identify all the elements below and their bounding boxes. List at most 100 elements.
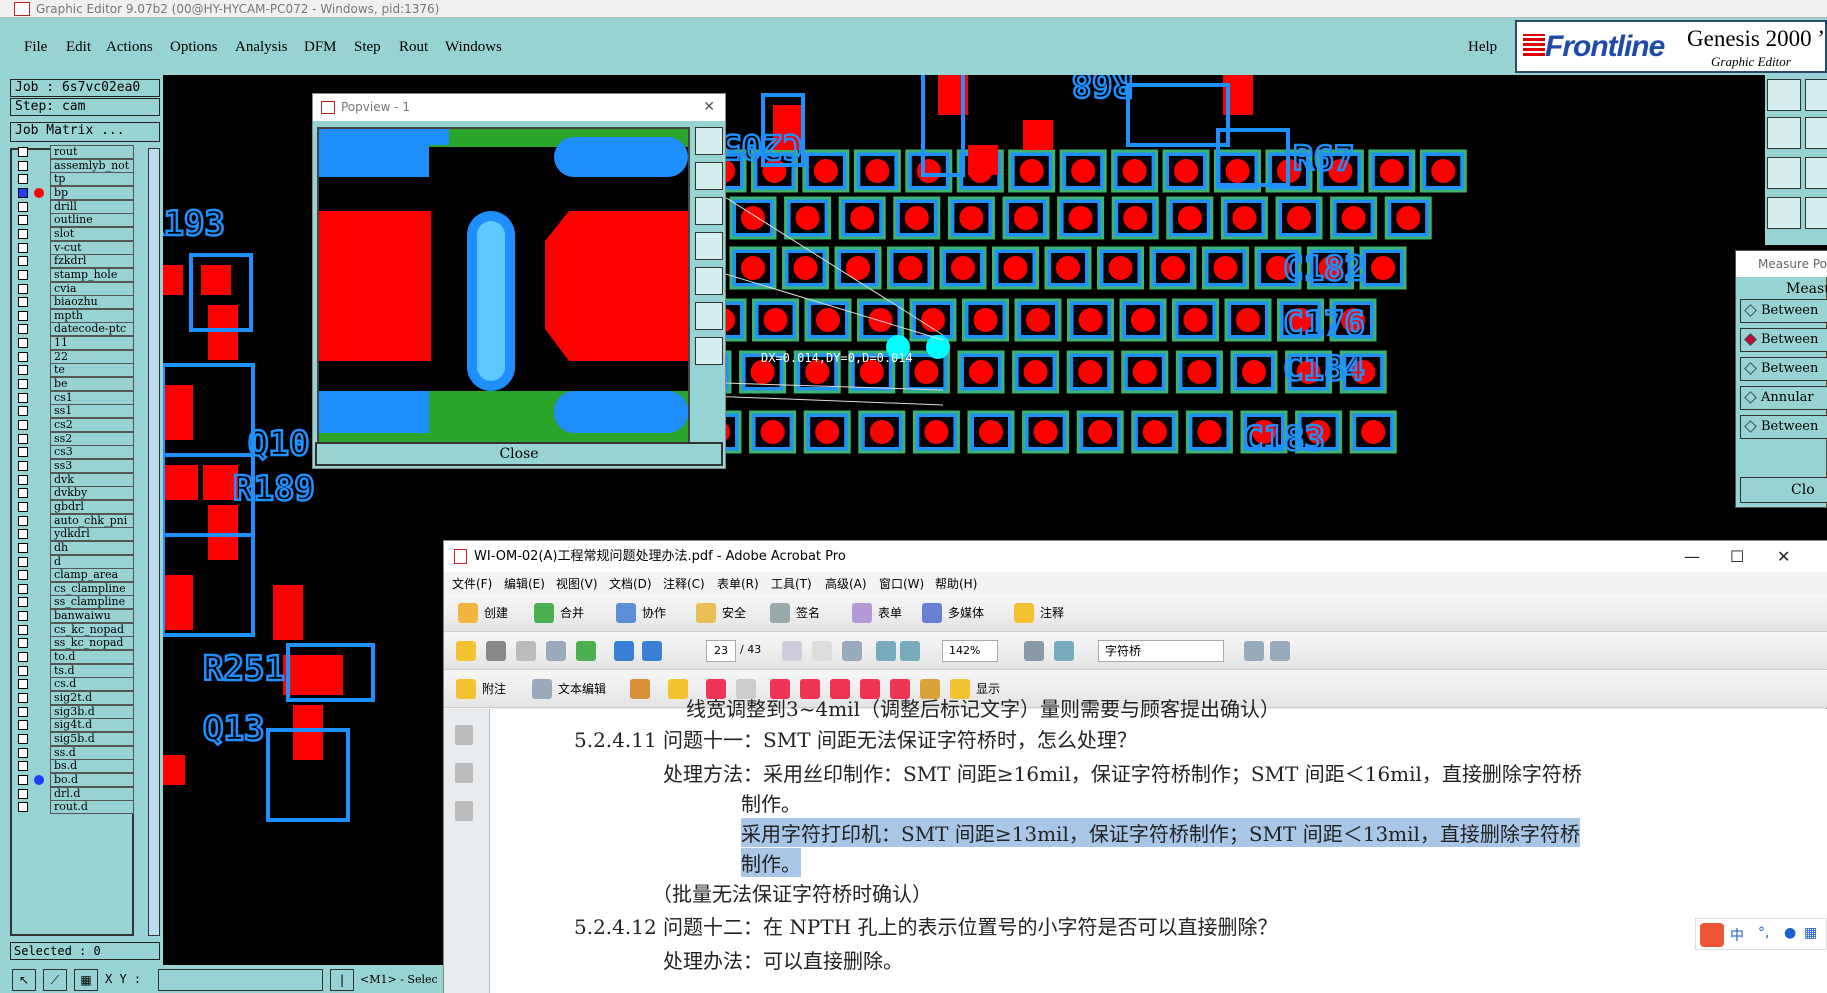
menu-rout[interactable]: Rout: [399, 39, 428, 56]
layer-checkbox[interactable]: [18, 706, 28, 717]
menu-step[interactable]: Step: [354, 39, 381, 56]
layer-checkbox[interactable]: [18, 638, 28, 649]
minimize-icon[interactable]: —: [1684, 541, 1700, 572]
layer-checkbox[interactable]: [18, 720, 28, 731]
layer-checkbox[interactable]: [18, 242, 28, 253]
save-icon[interactable]: [516, 641, 536, 661]
print-icon[interactable]: [486, 641, 506, 661]
grid-tool-icon[interactable]: ▦: [74, 969, 98, 991]
measure-between-2[interactable]: Between: [1740, 328, 1827, 352]
menu-help[interactable]: Help: [1468, 39, 1497, 56]
hand-icon[interactable]: [812, 641, 832, 661]
combine-button[interactable]: 合并: [560, 604, 584, 621]
layer-name[interactable]: rout.d: [50, 800, 134, 815]
email-icon[interactable]: [546, 641, 566, 661]
comments-button[interactable]: 注释: [1040, 604, 1064, 621]
layer-checkbox[interactable]: [18, 215, 28, 226]
acro-menu-document[interactable]: 文档(D): [609, 575, 652, 592]
layer-checkbox[interactable]: [18, 147, 28, 157]
popview-tool-icon[interactable]: [695, 302, 723, 330]
tool-icon[interactable]: [1805, 157, 1827, 189]
doc-line-highlighted[interactable]: 制作。: [741, 848, 801, 877]
layer-checkbox[interactable]: [18, 365, 28, 376]
layer-checkbox[interactable]: [18, 693, 28, 703]
popview-tool-icon[interactable]: [695, 127, 723, 155]
highlight-text-icon[interactable]: [668, 679, 688, 699]
sign-button[interactable]: 签名: [796, 604, 820, 621]
layer-checkbox[interactable]: [18, 201, 28, 212]
tool-icon[interactable]: [1805, 79, 1827, 111]
layer-checkbox[interactable]: [18, 761, 28, 772]
measure-annular[interactable]: Annular: [1740, 386, 1827, 410]
layer-checkbox[interactable]: [18, 488, 28, 499]
note-button[interactable]: 附注: [482, 680, 506, 697]
ime-toolbar[interactable]: 中 °, ● ▦: [1695, 918, 1827, 950]
page-number-input[interactable]: 23: [706, 640, 736, 662]
next-page-icon[interactable]: [642, 641, 662, 661]
prev-page-icon[interactable]: [614, 641, 634, 661]
zoom-marquee-icon[interactable]: [842, 641, 862, 661]
layer-checkbox[interactable]: [18, 406, 28, 417]
job-matrix-button[interactable]: Job Matrix ...: [10, 122, 160, 142]
zoom-home-icon[interactable]: [1767, 79, 1801, 111]
layer-checkbox[interactable]: [18, 338, 28, 349]
layer-checkbox[interactable]: [18, 460, 28, 471]
layer-checkbox[interactable]: [18, 501, 28, 512]
acro-menu-edit[interactable]: 编辑(E): [504, 575, 545, 592]
xy-input[interactable]: [158, 969, 323, 991]
layer-checkbox[interactable]: [18, 283, 28, 294]
settings-icon[interactable]: [1767, 197, 1801, 229]
menu-options[interactable]: Options: [170, 39, 218, 56]
acro-menu-advanced[interactable]: 高级(A): [825, 575, 867, 592]
tool-icon[interactable]: [1805, 117, 1827, 149]
layer-checkbox[interactable]: [18, 447, 28, 458]
layer-checkbox[interactable]: [18, 570, 28, 581]
open-folder-icon[interactable]: [456, 641, 476, 661]
acro-menu-tools[interactable]: 工具(T): [771, 575, 812, 592]
signatures-icon[interactable]: [455, 801, 473, 821]
menu-windows[interactable]: Windows: [445, 39, 502, 56]
measure-close-button[interactable]: Clo: [1740, 477, 1827, 503]
forms-button[interactable]: 表单: [878, 604, 902, 621]
layer-scrollbar[interactable]: [148, 148, 160, 936]
zoom-select[interactable]: 142%: [942, 640, 998, 662]
acro-menu-comments[interactable]: 注释(C): [663, 575, 705, 592]
fit-width-icon[interactable]: [1054, 641, 1074, 661]
popview-tool-icon[interactable]: [695, 232, 723, 260]
popview-tool-icon[interactable]: [695, 162, 723, 190]
bookmarks-icon[interactable]: [455, 763, 473, 783]
measure-between-4[interactable]: Between: [1740, 415, 1827, 439]
layer-checkbox[interactable]: [18, 529, 28, 540]
layer-checkbox[interactable]: [18, 187, 28, 198]
find-input[interactable]: 字符桥: [1098, 640, 1224, 662]
doc-line-highlighted[interactable]: 采用字符打印机：SMT 间距≥13mil，保证字符桥制作；SMT 间距＜13mi…: [741, 818, 1580, 847]
menu-analysis[interactable]: Analysis: [235, 39, 288, 56]
tool-icon[interactable]: [1805, 197, 1827, 229]
multimedia-button[interactable]: 多媒体: [948, 604, 984, 621]
menu-file[interactable]: File: [24, 39, 47, 56]
layer-checkbox[interactable]: [18, 324, 28, 335]
measure-tool-icon[interactable]: ⟋: [43, 969, 67, 991]
layer-checkbox[interactable]: [18, 515, 28, 526]
close-icon[interactable]: ✕: [1777, 541, 1790, 572]
layer-checkbox[interactable]: [18, 433, 28, 444]
layer-checkbox[interactable]: [18, 624, 28, 635]
zoom-out-icon[interactable]: [876, 641, 896, 661]
popview-tool-icon[interactable]: [695, 197, 723, 225]
layer-checkbox[interactable]: [18, 556, 28, 567]
layer-checkbox[interactable]: [18, 174, 28, 185]
popview-tool-icon[interactable]: [695, 267, 723, 295]
layer-checkbox[interactable]: [18, 351, 28, 362]
create-button[interactable]: 创建: [484, 604, 508, 621]
info-icon[interactable]: |: [330, 969, 354, 991]
layer-checkbox[interactable]: [18, 788, 28, 799]
popview-close-icon[interactable]: ✕: [703, 94, 715, 121]
layer-checkbox[interactable]: [18, 269, 28, 280]
acro-menu-window[interactable]: 窗口(W): [879, 575, 924, 592]
layer-checkbox[interactable]: [18, 379, 28, 390]
layer-checkbox[interactable]: [18, 160, 28, 171]
layer-checkbox[interactable]: [18, 542, 28, 553]
select-tool-icon[interactable]: ↖: [12, 969, 36, 991]
security-button[interactable]: 安全: [722, 604, 746, 621]
collaborate-button[interactable]: 协作: [642, 604, 666, 621]
